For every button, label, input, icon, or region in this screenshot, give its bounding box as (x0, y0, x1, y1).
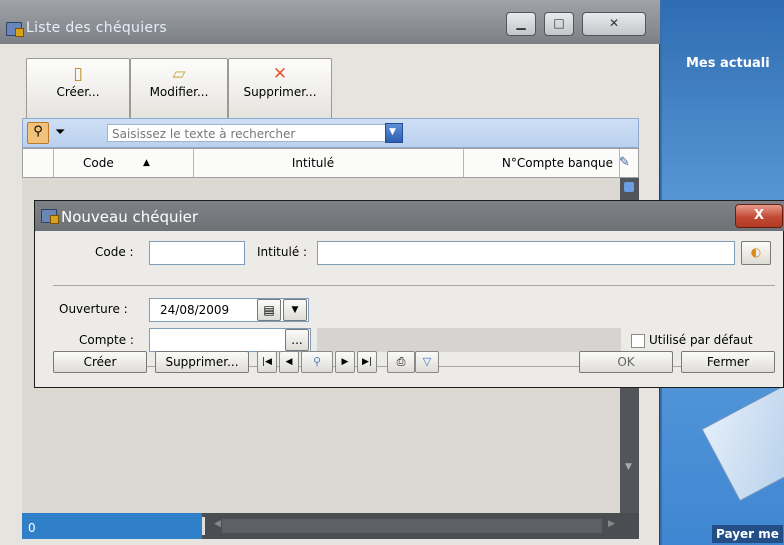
book-icon: ◐ (750, 245, 762, 259)
dialog-titlebar[interactable]: Nouveau chéquier X (35, 201, 784, 231)
code-label: Code : (95, 245, 134, 259)
delete-x-icon: ✕ (272, 64, 288, 84)
compte-label: Compte : (79, 333, 134, 347)
close-dialog-label: Fermer (706, 355, 750, 369)
minimize-icon: ▁ (516, 16, 526, 30)
print-button[interactable]: ⎙ (387, 351, 415, 373)
news-panel-title: Mes actuali (686, 56, 770, 71)
column-compte-label: N°Compte banque (501, 156, 613, 170)
dialog-close-button[interactable]: X (735, 204, 783, 228)
scroll-down-icon[interactable]: ▼ (625, 462, 632, 472)
last-icon: ▶| (362, 357, 372, 367)
dialog-create-button[interactable]: Créer (53, 351, 147, 373)
close-icon: X (753, 208, 765, 223)
column-settings-icon[interactable]: ✎ (619, 155, 630, 170)
create-button[interactable]: ▯ Créer... (26, 58, 130, 120)
scroll-icon (624, 182, 634, 192)
first-record-button[interactable]: |◀ (257, 351, 277, 373)
dialog-delete-button[interactable]: Supprimer... (155, 351, 249, 373)
close-dialog-button[interactable]: Fermer (681, 351, 775, 373)
maximize-button[interactable]: □ (544, 12, 574, 36)
search-dropdown-button[interactable]: ▼ (385, 123, 403, 143)
intitule-input[interactable] (317, 241, 735, 265)
splitter-handle[interactable] (202, 517, 205, 535)
separator (53, 285, 775, 286)
compte-description (317, 328, 621, 352)
delete-button-label: Supprimer... (243, 85, 317, 99)
search-bar: ⚲ ⏷ Saisissez le texte à rechercher ▼ (22, 118, 639, 148)
list-window-title: Liste des chéquiers (26, 20, 167, 36)
minimize-button[interactable]: ▁ (506, 12, 536, 36)
modify-button[interactable]: ▱ Modifier... (130, 58, 228, 120)
intitule-label: Intitulé : (257, 245, 308, 259)
calendar-button[interactable]: ▤ (257, 299, 281, 321)
horizontal-scrollbar[interactable] (222, 519, 602, 533)
glass-icon: ▽ (422, 355, 432, 368)
grid-header: Code ▲ Intitulé N°Compte banque ✎ (22, 148, 639, 178)
next-record-button[interactable]: ▶ (335, 351, 355, 373)
printer-icon: ⎙ (396, 355, 406, 368)
compte-browse-button[interactable]: ... (285, 329, 309, 351)
dialog-body: Code : Intitulé : ◐ Ouverture : 24/08/20… (39, 231, 781, 385)
magnifier-icon: ⚲ (312, 355, 322, 368)
header-selector[interactable] (23, 149, 54, 177)
ok-button[interactable]: OK (579, 351, 673, 373)
news-panel-link[interactable]: Payer me (712, 525, 783, 543)
date-dropdown-button[interactable]: ▼ (283, 299, 307, 321)
app-icon (41, 209, 59, 224)
modify-button-label: Modifier... (149, 85, 209, 99)
new-document-icon: ▯ (73, 64, 83, 84)
list-window-titlebar[interactable]: Liste des chéquiers ▁ □ ✕ (0, 0, 660, 44)
dialog-create-label: Créer (83, 355, 117, 369)
compte-browse-label: ... (291, 333, 303, 347)
default-checkbox[interactable] (631, 334, 645, 348)
ouverture-date-value: 24/08/2009 (160, 303, 230, 317)
intitule-options-button[interactable]: ◐ (741, 241, 771, 265)
ouverture-label: Ouverture : (59, 302, 128, 316)
create-button-label: Créer... (56, 85, 100, 99)
sort-ascending-icon: ▲ (143, 158, 150, 168)
app-icon (6, 22, 24, 37)
status-bar: 0 ◀ ▶ (22, 513, 639, 539)
next-icon: ▶ (341, 357, 349, 367)
default-label: Utilisé par défaut (649, 333, 753, 347)
previous-record-button[interactable]: ◀ (279, 351, 299, 373)
close-button[interactable]: ✕ (582, 12, 646, 36)
glass-button[interactable]: ▽ (415, 351, 439, 373)
cheque-illustration (701, 376, 784, 502)
column-compte[interactable]: N°Compte banque (463, 149, 620, 177)
new-chequebook-dialog: Nouveau chéquier X Code : Intitulé : ◐ O… (34, 200, 784, 388)
chevron-down-icon: ▼ (291, 305, 299, 315)
code-input[interactable] (149, 241, 245, 265)
previous-icon: ◀ (285, 357, 293, 367)
chevron-down-icon: ▼ (389, 127, 396, 137)
folder-edit-icon: ▱ (172, 64, 186, 84)
search-icon[interactable]: ⚲ (27, 122, 49, 144)
scroll-left-icon[interactable]: ◀ (214, 519, 221, 529)
dialog-title: Nouveau chéquier (61, 208, 199, 226)
column-code-label: Code (83, 156, 114, 170)
ok-label: OK (617, 355, 635, 369)
close-icon: ✕ (608, 16, 620, 30)
first-icon: |◀ (262, 357, 272, 367)
record-navigation: |◀ ◀ ⚲ ▶ ▶| ⎙ ▽ (257, 351, 447, 373)
search-record-button[interactable]: ⚲ (301, 351, 333, 373)
record-count: 0 (22, 513, 202, 539)
maximize-icon: □ (553, 16, 565, 30)
column-intitule-label: Intitulé (291, 156, 335, 170)
dialog-delete-label: Supprimer... (165, 355, 239, 369)
last-record-button[interactable]: ▶| (357, 351, 377, 373)
search-input[interactable]: Saisissez le texte à rechercher (107, 124, 397, 142)
filter-icon[interactable]: ⏷ (55, 125, 65, 140)
scroll-right-icon[interactable]: ▶ (608, 519, 615, 529)
calendar-icon: ▤ (263, 303, 275, 317)
column-intitule[interactable]: Intitulé (163, 149, 464, 177)
delete-button[interactable]: ✕ Supprimer... (228, 58, 332, 120)
